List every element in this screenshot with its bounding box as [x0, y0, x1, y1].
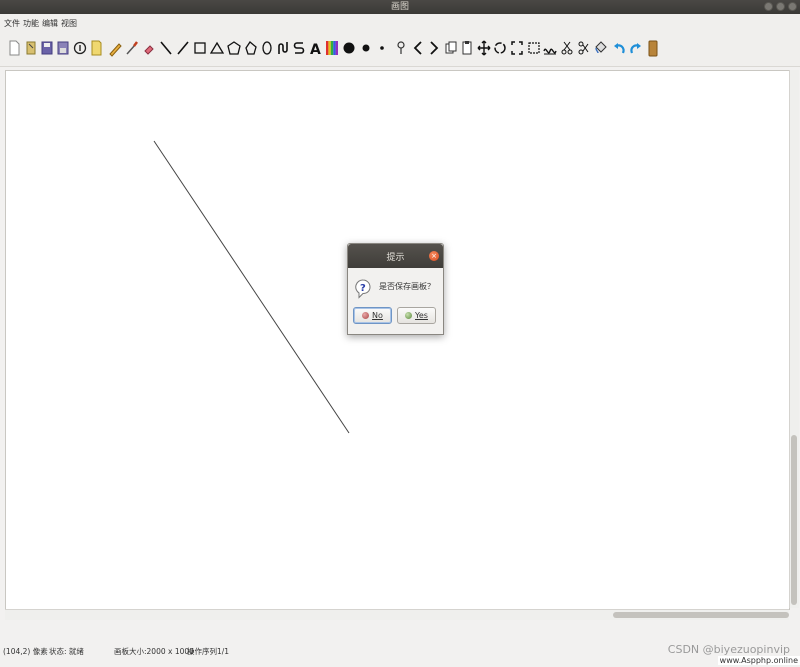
cut-icon[interactable]: [559, 38, 575, 58]
fit-screen-icon[interactable]: [509, 38, 525, 58]
menu-function[interactable]: 功能: [23, 18, 39, 29]
menu-edit[interactable]: 编辑: [42, 18, 58, 29]
redo-icon[interactable]: [628, 38, 644, 58]
redo-step-icon[interactable]: [426, 38, 442, 58]
filled-circle-icon[interactable]: [341, 38, 357, 58]
text-icon[interactable]: A: [307, 38, 323, 58]
scissors-icon[interactable]: [575, 38, 591, 58]
brush-icon[interactable]: [124, 38, 140, 58]
pencil-icon[interactable]: [107, 38, 123, 58]
svg-text:?: ?: [360, 283, 366, 294]
toolbar: A: [0, 32, 800, 67]
dialog-titlebar: 提示 ×: [348, 244, 443, 268]
cursor-coords: (104,2) 像素: [3, 647, 48, 656]
yes-button[interactable]: Yes: [397, 307, 436, 324]
backslash-line-icon[interactable]: [158, 38, 174, 58]
drawn-line: [153, 140, 350, 434]
undo-step-icon[interactable]: [410, 38, 426, 58]
polygon-icon[interactable]: [243, 38, 259, 58]
eraser-icon[interactable]: [141, 38, 157, 58]
yes-icon: [405, 312, 413, 319]
yes-button-label: Yes: [415, 311, 428, 320]
curve-icon[interactable]: [275, 38, 291, 58]
no-button[interactable]: No: [353, 307, 392, 324]
close-window-button[interactable]: [788, 2, 797, 11]
copy-icon[interactable]: [443, 38, 459, 58]
horizontal-scrollbar[interactable]: [5, 609, 789, 620]
note-icon[interactable]: [88, 38, 104, 58]
minimize-button[interactable]: [764, 2, 773, 11]
ellipse-icon[interactable]: [259, 38, 275, 58]
fill-icon[interactable]: [592, 38, 608, 58]
site-watermark: www.Aspphp.online: [717, 656, 800, 665]
small-dot-icon[interactable]: [374, 38, 390, 58]
window-controls: [764, 2, 797, 11]
s-curve-icon[interactable]: [291, 38, 307, 58]
drawing-canvas[interactable]: [5, 70, 790, 610]
move-icon[interactable]: [476, 38, 492, 58]
csdn-watermark: CSDN @biyezuopinvip: [667, 643, 790, 656]
triangle-icon[interactable]: [209, 38, 225, 58]
wave-icon[interactable]: [542, 38, 558, 58]
open-file-icon[interactable]: [23, 38, 39, 58]
status-state: 状态: 就绪: [49, 647, 84, 656]
vertical-scrollbar[interactable]: [789, 70, 799, 608]
save-prompt-dialog: 提示 × ? 是否保存画板？ No Yes: [347, 243, 444, 335]
paste-icon[interactable]: [459, 38, 475, 58]
menu-view[interactable]: 视图: [61, 18, 77, 29]
undo-icon[interactable]: [611, 38, 627, 58]
rectangle-icon[interactable]: [192, 38, 208, 58]
window-title: 画图: [390, 2, 409, 12]
save-icon[interactable]: [39, 38, 55, 58]
pentagon-icon[interactable]: [226, 38, 242, 58]
new-file-icon[interactable]: [6, 38, 22, 58]
clear-icon[interactable]: [645, 38, 661, 58]
crop-icon[interactable]: [526, 38, 542, 58]
no-icon: [362, 312, 370, 319]
color-palette-icon[interactable]: [324, 38, 340, 58]
menu-file[interactable]: 文件: [4, 18, 20, 29]
maximize-button[interactable]: [776, 2, 785, 11]
svg-text:A: A: [310, 42, 321, 57]
info-icon[interactable]: [72, 38, 88, 58]
large-dot-icon[interactable]: [358, 38, 374, 58]
slash-line-icon[interactable]: [175, 38, 191, 58]
dialog-message: 是否保存画板？: [379, 282, 435, 291]
menubar: 文件 功能 编辑 视图: [0, 14, 800, 32]
canvas-size: 画板大小:2000 x 1000: [114, 647, 194, 656]
window-titlebar: 画图: [0, 0, 800, 14]
canvas-drawing: [153, 140, 350, 434]
pin-icon[interactable]: [393, 38, 409, 58]
question-icon: ?: [355, 279, 371, 299]
horizontal-scroll-thumb[interactable]: [613, 612, 789, 618]
no-button-label: No: [372, 311, 383, 320]
save-as-icon[interactable]: [55, 38, 71, 58]
dialog-close-icon[interactable]: ×: [429, 251, 439, 261]
operation-sequence: 操作序列1/1: [187, 647, 230, 656]
vertical-scroll-thumb[interactable]: [791, 435, 797, 605]
rotate-icon[interactable]: [492, 38, 508, 58]
